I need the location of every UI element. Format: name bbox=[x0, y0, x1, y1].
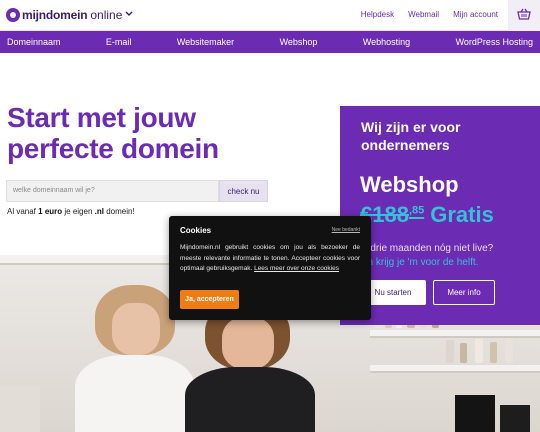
chevron-down-icon[interactable] bbox=[125, 10, 133, 19]
subline-text: je eigen bbox=[62, 207, 95, 216]
promo-answer: an krijg je 'm voor de helft. bbox=[362, 257, 479, 268]
hero-subline: Al vanaf 1 euro je eigen .nl domein! bbox=[7, 207, 135, 216]
check-now-button[interactable]: check nu bbox=[219, 180, 268, 202]
cookie-dialog: Cookies Nee bedankt Mijndomein.nl gebrui… bbox=[169, 216, 371, 320]
top-header: mijndomein online Helpdesk Webmail Mijn … bbox=[0, 0, 540, 31]
promo-question: e drie maanden nóg niet live? bbox=[362, 243, 494, 254]
promo-heading-line: ondernemers bbox=[361, 137, 450, 153]
new-price: Gratis bbox=[430, 202, 494, 227]
nav-item-websitemaker[interactable]: Websitemaker bbox=[177, 37, 234, 47]
subline-price: 1 euro bbox=[38, 207, 63, 216]
promo-heading: Wij zijn er voor ondernemers bbox=[361, 118, 460, 154]
main-nav: Domeinnaam E-mail Websitemaker Webshop W… bbox=[0, 31, 540, 53]
logo[interactable]: mijndomein online bbox=[6, 7, 133, 23]
promo-price: €188,85 Gratis bbox=[360, 202, 494, 228]
hero-title-line-2: perfecte domein bbox=[7, 133, 219, 164]
basket-icon bbox=[517, 7, 531, 25]
my-account-link[interactable]: Mijn account bbox=[453, 10, 498, 19]
webmail-link[interactable]: Webmail bbox=[408, 10, 439, 19]
hero-title-line-1: Start met jouw bbox=[7, 102, 196, 133]
nav-item-email[interactable]: E-mail bbox=[106, 37, 132, 47]
cookie-title: Cookies bbox=[180, 226, 212, 235]
refuse-cookies-link[interactable]: Nee bedankt bbox=[332, 227, 360, 233]
more-info-button[interactable]: Meer info bbox=[433, 280, 495, 305]
hero-title: Start met jouw perfecte domein bbox=[7, 102, 307, 164]
nav-item-wordpress-hosting[interactable]: WordPress Hosting bbox=[456, 37, 533, 47]
cookie-policy-link[interactable]: Lees meer over onze cookies bbox=[254, 265, 339, 272]
cookie-body: Mijndomein.nl gebruikt cookies om jou al… bbox=[180, 243, 360, 275]
cart-button[interactable] bbox=[508, 0, 540, 31]
nav-item-webhosting[interactable]: Webhosting bbox=[363, 37, 410, 47]
accept-cookies-button[interactable]: Ja, accepteren bbox=[180, 290, 239, 309]
logo-subtext: online bbox=[90, 8, 123, 22]
old-price-cents: ,85 bbox=[408, 204, 425, 217]
subline-text: domein! bbox=[103, 207, 135, 216]
subline-text: Al vanaf bbox=[7, 207, 39, 216]
promo-product: Webshop bbox=[360, 172, 459, 197]
promo-heading-line: Wij zijn er voor bbox=[361, 119, 461, 135]
logo-icon bbox=[6, 8, 20, 22]
logo-text: mijndomein bbox=[22, 8, 88, 22]
domain-search-input[interactable]: welke domeinnaam wil je? bbox=[6, 180, 219, 202]
nav-item-domeinnaam[interactable]: Domeinnaam bbox=[7, 37, 61, 47]
subline-tld: .nl bbox=[94, 207, 104, 216]
nav-item-webshop[interactable]: Webshop bbox=[280, 37, 318, 47]
helpdesk-link[interactable]: Helpdesk bbox=[361, 10, 394, 19]
top-links: Helpdesk Webmail Mijn account bbox=[361, 10, 498, 19]
